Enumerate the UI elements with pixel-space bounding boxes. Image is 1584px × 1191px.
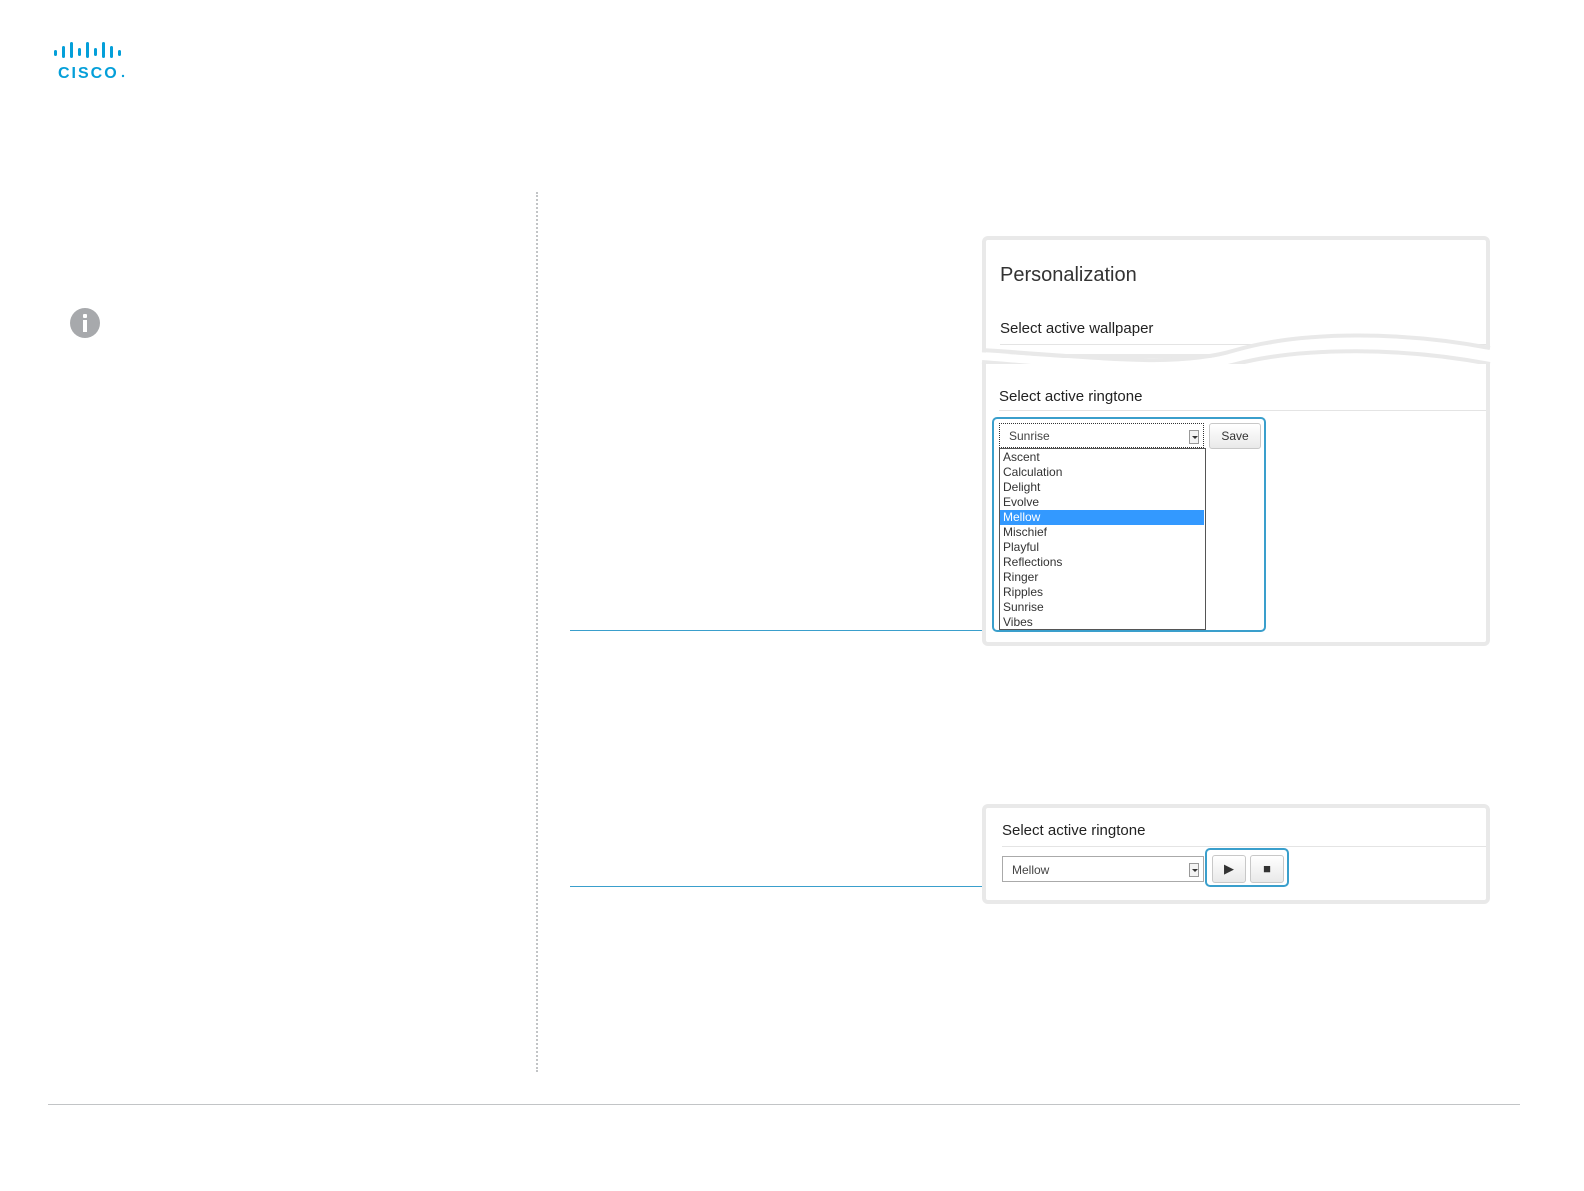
ringtone-label: Select active ringtone — [1002, 822, 1146, 839]
panel-title: Personalization — [1000, 264, 1137, 286]
option-evolve[interactable]: Evolve — [1000, 495, 1204, 510]
ringtone-select[interactable]: Sunrise — [999, 423, 1204, 448]
option-ripples[interactable]: Ripples — [1000, 585, 1204, 600]
option-vibes[interactable]: Vibes — [1000, 615, 1204, 630]
chevron-down-icon[interactable] — [1189, 863, 1199, 877]
option-mellow[interactable]: Mellow — [1000, 510, 1204, 525]
cisco-logo: CISCO — [52, 40, 128, 82]
option-ringer[interactable]: Ringer — [1000, 570, 1204, 585]
option-reflections[interactable]: Reflections — [1000, 555, 1204, 570]
option-mischief[interactable]: Mischief — [1000, 525, 1204, 540]
option-delight[interactable]: Delight — [1000, 480, 1204, 495]
separator — [1002, 846, 1486, 847]
callout-line-save — [570, 630, 995, 631]
play-icon: ▶ — [1224, 861, 1234, 876]
column-divider — [536, 192, 538, 1072]
separator — [999, 410, 1486, 411]
stop-button[interactable]: ■ — [1250, 855, 1284, 883]
option-sunrise[interactable]: Sunrise — [1000, 600, 1204, 615]
info-icon — [70, 308, 100, 338]
ringtone-select[interactable]: Mellow — [1002, 856, 1204, 882]
ringtone-select-value: Sunrise — [1009, 429, 1050, 443]
ringtone-select-value: Mellow — [1012, 863, 1050, 877]
play-button[interactable]: ▶ — [1212, 855, 1246, 883]
option-calculation[interactable]: Calculation — [1000, 465, 1204, 480]
save-button[interactable]: Save — [1209, 423, 1261, 449]
option-playful[interactable]: Playful — [1000, 540, 1204, 555]
ringtone-dropdown-list: Ascent Calculation Delight Evolve Mellow… — [999, 448, 1206, 630]
ringtone-label: Select active ringtone — [999, 388, 1143, 405]
chevron-down-icon[interactable] — [1189, 430, 1199, 444]
footer-rule — [48, 1104, 1520, 1105]
stop-icon: ■ — [1263, 861, 1271, 876]
option-ascent[interactable]: Ascent — [1000, 450, 1204, 465]
logo-wordmark: CISCO — [58, 65, 119, 82]
